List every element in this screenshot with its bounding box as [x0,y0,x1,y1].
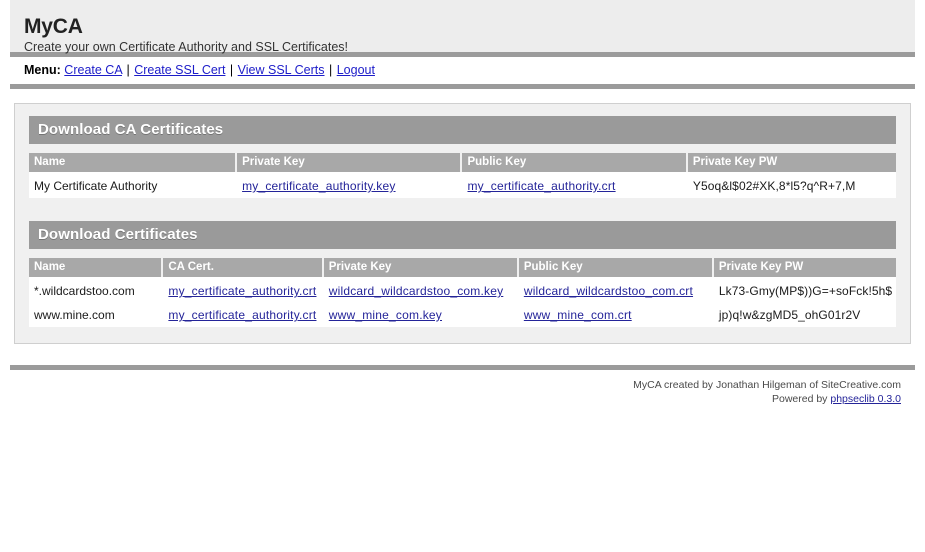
certs-public-key-link[interactable]: wildcard_wildcardstoo_com.crt [524,284,693,298]
certs-col-private-key: Private Key [323,258,519,277]
ca-col-public-key: Public Key [462,153,688,172]
certs-cell-ca-cert: my_certificate_authority.crt [163,277,324,303]
ca-certificates-table: Name Private Key Public Key Private Key … [29,153,896,198]
certs-cell-private-key-pw: jp)q!w&zgMD5_ohG01r2V [713,303,896,327]
certs-cell-public-key: wildcard_wildcardstoo_com.crt [518,277,714,303]
certs-table-body: *.wildcardstoo.com my_certificate_author… [29,277,896,327]
content-panel: Download CA Certificates Name Private Ke… [14,103,911,344]
footer-powered-prefix: Powered by [771,393,831,406]
certs-cell-name: *.wildcardstoo.com [29,277,164,303]
ca-cell-name: My Certificate Authority [29,172,238,198]
ca-col-private-key-pw: Private Key PW [687,153,896,172]
certs-cell-public-key: www_mine_com.crt [518,303,714,327]
main-menu: Menu: Create CA | Create SSL Cert | View… [10,57,915,84]
table-row: *.wildcardstoo.com my_certificate_author… [29,277,896,303]
certs-public-key-link[interactable]: www_mine_com.crt [524,308,632,322]
certs-col-public-key: Public Key [518,258,714,277]
masthead: MyCA Create your own Certificate Authori… [10,0,915,54]
footer-powered-by: Powered by phpseclib 0.3.0 [0,392,901,406]
ca-col-private-key: Private Key [237,153,463,172]
certs-private-key-link[interactable]: wildcard_wildcardstoo_com.key [329,284,504,298]
menu-item-view-ssl-certs[interactable]: View SSL Certs [238,63,325,77]
ca-col-name: Name [29,153,238,172]
table-row: My Certificate Authority my_certificate_… [29,172,896,198]
ca-public-key-link[interactable]: my_certificate_authority.crt [467,179,615,193]
content-wrapper: Download CA Certificates Name Private Ke… [0,89,925,344]
menu-separator: | [328,63,333,77]
ca-table-body: My Certificate Authority my_certificate_… [29,172,896,198]
footer-credit: MyCA created by Jonathan Hilgeman of Sit… [633,379,901,391]
ca-section-heading: Download CA Certificates [29,116,896,144]
footer: MyCA created by Jonathan Hilgeman of Sit… [0,370,925,406]
menu-item-create-ssl-cert[interactable]: Create SSL Cert [134,63,225,77]
page: MyCA Create your own Certificate Authori… [0,0,925,552]
certs-ca-cert-link[interactable]: my_certificate_authority.crt [168,308,316,322]
ca-cell-public-key: my_certificate_authority.crt [462,172,688,198]
certs-cell-private-key-pw: Lk73-Gmy(MP$))G=+soFck!5h$ [713,277,896,303]
certs-section-heading: Download Certificates [29,221,896,249]
certs-cell-private-key: www_mine_com.key [323,303,519,327]
certs-ca-cert-link[interactable]: my_certificate_authority.crt [168,284,316,298]
ca-cell-private-key-pw: Y5oq&l$02#XK,8*l5?q^R+7,M [687,172,896,198]
menu-item-logout[interactable]: Logout [337,63,375,77]
certs-cell-private-key: wildcard_wildcardstoo_com.key [323,277,519,303]
ca-table-head: Name Private Key Public Key Private Key … [29,153,896,172]
menu-separator: | [126,63,130,77]
certs-table-head: Name CA Cert. Private Key Public Key Pri… [29,258,896,277]
certs-col-private-key-pw: Private Key PW [713,258,896,277]
ca-cell-private-key: my_certificate_authority.key [237,172,463,198]
menu-label: Menu: [24,63,61,77]
menu-item-create-ca[interactable]: Create CA [64,63,122,77]
certs-table-header-row: Name CA Cert. Private Key Public Key Pri… [29,258,896,277]
phpseclib-link[interactable]: phpseclib 0.3.0 [830,393,901,405]
menu-separator: | [229,63,234,77]
certs-col-name: Name [29,258,164,277]
certs-col-ca-cert: CA Cert. [163,258,324,277]
certificates-table: Name CA Cert. Private Key Public Key Pri… [29,258,896,327]
certs-cell-name: www.mine.com [29,303,164,327]
certs-private-key-link[interactable]: www_mine_com.key [329,308,442,322]
table-row: www.mine.com my_certificate_authority.cr… [29,303,896,327]
ca-table-header-row: Name Private Key Public Key Private Key … [29,153,896,172]
ca-private-key-link[interactable]: my_certificate_authority.key [242,179,395,193]
certs-cell-ca-cert: my_certificate_authority.crt [163,303,324,327]
page-title: MyCA [24,15,83,38]
